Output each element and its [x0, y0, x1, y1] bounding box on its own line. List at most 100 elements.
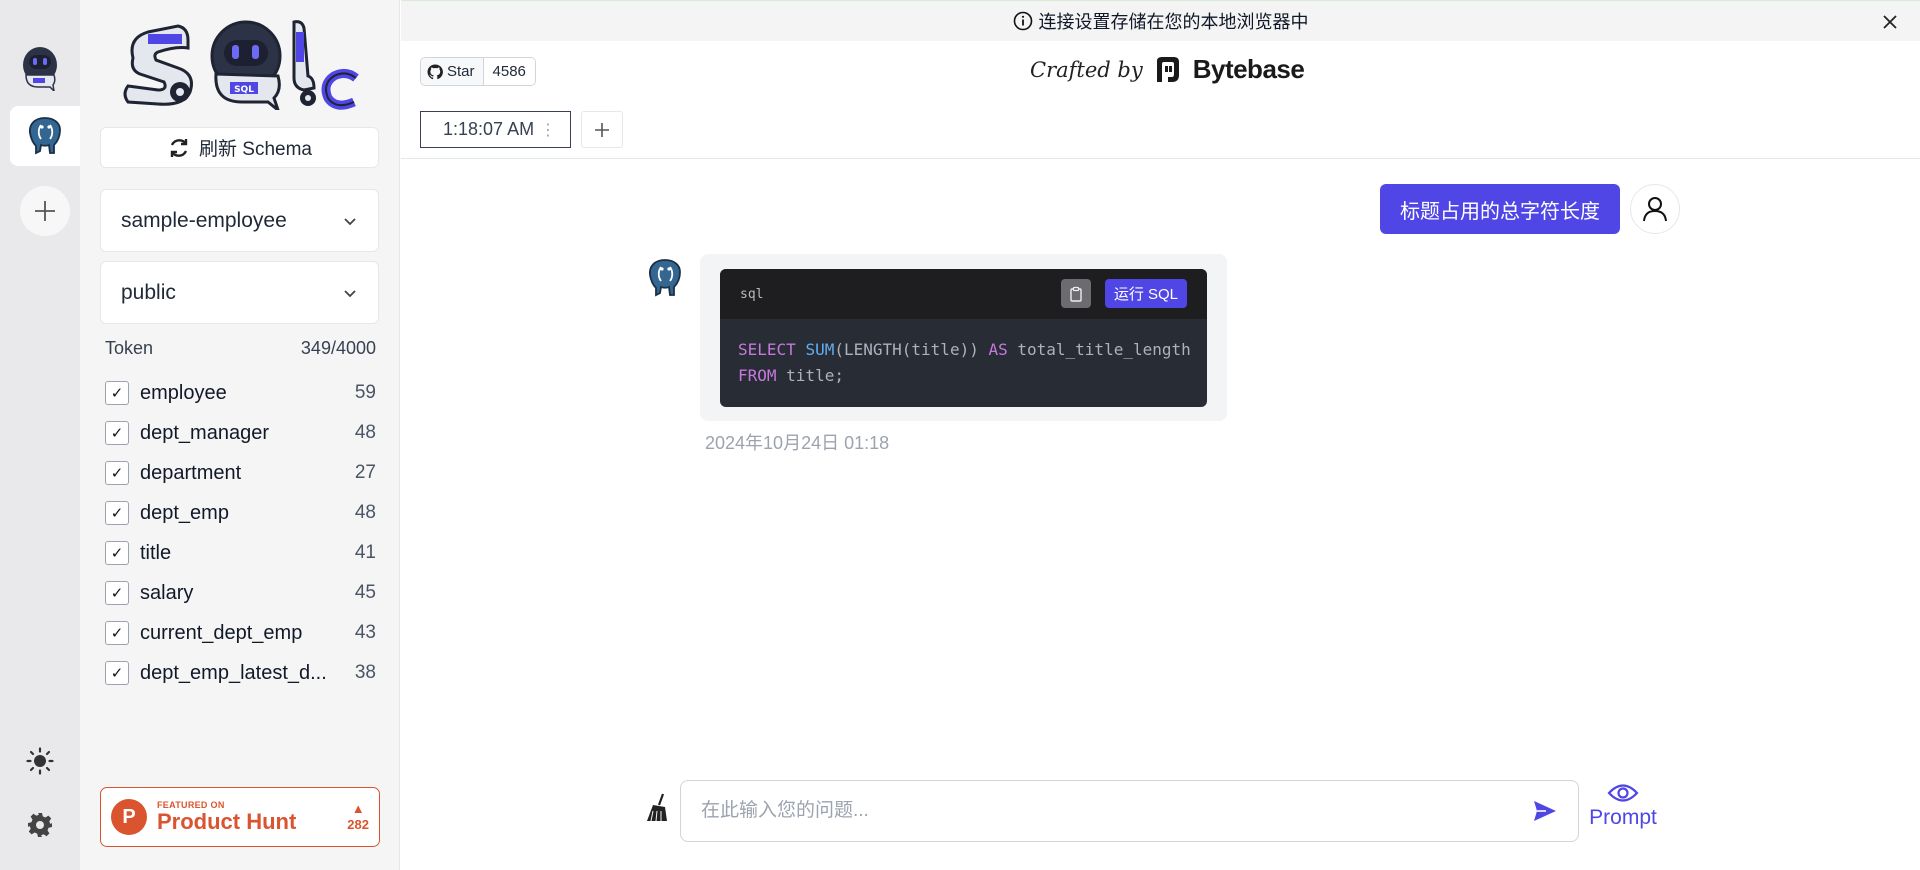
github-star-button[interactable]: Star 4586: [420, 57, 536, 86]
connection-rail: [0, 0, 80, 870]
crafted-by-link[interactable]: Crafted by Bytebase: [1030, 54, 1305, 85]
user-message: 标题占用的总字符长度: [1380, 184, 1620, 234]
banner-text: 连接设置存储在您的本地浏览器中: [1038, 12, 1309, 32]
sql-keyword: FROM: [738, 366, 777, 385]
app-root: SQL 刷新 Schema sample-employee public Tok…: [0, 0, 1920, 870]
prompt-button[interactable]: Prompt: [1588, 780, 1658, 840]
code-language: sql: [740, 286, 764, 302]
table-checkbox[interactable]: ✓: [105, 461, 129, 485]
table-item: ✓ employee 59: [105, 373, 376, 413]
tab-label: 1:18:07 AM: [443, 119, 535, 139]
postgres-elephant-icon: [29, 117, 61, 155]
close-banner-button[interactable]: [1878, 10, 1902, 34]
table-token-count: 27: [354, 462, 376, 483]
table-checkbox[interactable]: ✓: [105, 381, 129, 405]
sql-function: SUM: [805, 340, 835, 359]
table-name: title: [140, 541, 172, 564]
send-button[interactable]: [1532, 798, 1558, 829]
table-item: ✓ department 27: [105, 453, 376, 493]
product-hunt-logo-icon: P: [111, 799, 147, 835]
schema-select-value: public: [121, 280, 176, 304]
table-item: ✓ dept_emp_latest_d... 38: [105, 653, 376, 693]
table-checkbox[interactable]: ✓: [105, 621, 129, 645]
gear-icon: [28, 813, 52, 837]
table-name: dept_emp: [140, 501, 229, 524]
product-hunt-votes: 282: [347, 817, 369, 832]
chevron-down-icon: [344, 217, 356, 225]
postgres-connection-button[interactable]: [10, 106, 80, 166]
table-token-count: 48: [354, 422, 376, 443]
database-select[interactable]: sample-employee: [100, 189, 379, 252]
sql-keyword: AS: [988, 340, 1008, 359]
table-name: salary: [140, 581, 194, 604]
run-sql-button[interactable]: 运行 SQL: [1104, 279, 1187, 308]
refresh-schema-label: 刷新 Schema: [199, 139, 312, 160]
theme-toggle-button[interactable]: [15, 736, 65, 786]
table-name: dept_emp_latest_d...: [140, 661, 327, 684]
table-checkbox[interactable]: ✓: [105, 541, 129, 565]
table-checkbox[interactable]: ✓: [105, 661, 129, 685]
upvote-triangle-icon: ▲: [351, 801, 365, 816]
table-name: department: [140, 461, 242, 484]
question-input[interactable]: [701, 800, 1501, 822]
table-checkbox[interactable]: ✓: [105, 421, 129, 445]
table-token-count: 43: [354, 622, 376, 643]
user-avatar: [1630, 184, 1680, 234]
product-hunt-badge[interactable]: P FEATURED ON Product Hunt ▲ 282: [100, 787, 380, 847]
bytebase-logo-icon: [1156, 56, 1179, 82]
user-icon: [1643, 197, 1667, 222]
bytebase-brand: Bytebase: [1192, 54, 1305, 84]
plus-icon: [35, 201, 55, 221]
token-usage: Token 349/4000: [105, 338, 376, 359]
table-item: ✓ current_dept_emp 43: [105, 613, 376, 653]
schema-sidebar: SQL 刷新 Schema sample-employee public Tok…: [80, 0, 400, 870]
github-icon: [427, 63, 443, 79]
postgres-elephant-icon: [649, 259, 681, 297]
close-icon: [1883, 15, 1897, 29]
table-token-count: 59: [354, 382, 376, 403]
star-count: 4586: [492, 63, 526, 80]
sqlchat-bot-icon: [23, 47, 57, 91]
plus-icon: [595, 122, 609, 137]
token-label: Token: [105, 338, 154, 358]
conversation-tab[interactable]: 1:18:07 AM ⋮: [420, 111, 571, 148]
clipboard-icon: [1070, 286, 1082, 302]
tab-menu-icon[interactable]: ⋮: [540, 120, 556, 140]
svg-text:SQL: SQL: [234, 85, 254, 95]
table-item: ✓ salary 45: [105, 573, 376, 613]
eye-icon: [1607, 784, 1639, 802]
sun-icon: [26, 747, 54, 775]
tab-divider: [401, 158, 1920, 159]
sqlchat-logo: SQL: [123, 20, 359, 110]
send-icon: [1534, 801, 1556, 821]
prompt-label: Prompt: [1589, 806, 1657, 829]
settings-button[interactable]: [15, 800, 65, 850]
schema-select[interactable]: public: [100, 261, 379, 324]
database-select-value: sample-employee: [121, 208, 287, 232]
copy-code-button[interactable]: [1061, 279, 1091, 308]
sqlchat-bot-button[interactable]: [10, 38, 70, 98]
table-token-count: 41: [354, 542, 376, 563]
add-connection-button[interactable]: [20, 186, 70, 236]
crafted-by-text: Crafted by: [1030, 57, 1143, 82]
table-token-count: 45: [354, 582, 376, 603]
new-conversation-button[interactable]: [581, 111, 623, 148]
table-name: dept_manager: [140, 421, 269, 444]
user-message-text: 标题占用的总字符长度: [1400, 200, 1600, 223]
refresh-schema-button[interactable]: 刷新 Schema: [100, 127, 379, 168]
table-checkbox[interactable]: ✓: [105, 581, 129, 605]
table-name: employee: [140, 381, 227, 404]
run-sql-label: 运行 SQL: [1113, 286, 1178, 303]
broom-icon: [647, 793, 667, 822]
table-item: ✓ dept_manager 48: [105, 413, 376, 453]
sql-keyword: SELECT: [738, 340, 796, 359]
token-value: 349/4000: [300, 338, 376, 358]
chevron-down-icon: [344, 289, 356, 297]
sql-code-block: sql 运行 SQL SELECT SUM(LENGTH(title)) AS …: [720, 269, 1207, 407]
table-name: current_dept_emp: [140, 621, 303, 644]
question-input-box: [680, 780, 1579, 842]
table-token-count: 48: [354, 502, 376, 523]
table-checkbox[interactable]: ✓: [105, 501, 129, 525]
sql-code: SELECT SUM(LENGTH(title)) AS total_title…: [738, 340, 1191, 385]
clear-conversation-button[interactable]: [645, 793, 671, 823]
